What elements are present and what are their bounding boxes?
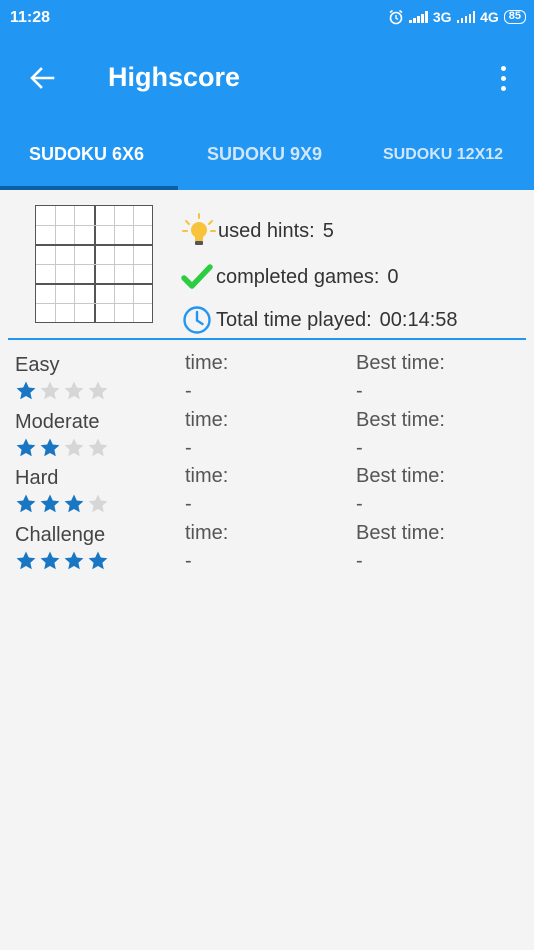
- toolbar: Highscore: [0, 36, 534, 120]
- back-button[interactable]: [22, 58, 62, 98]
- difficulty-name: Easy: [15, 354, 60, 376]
- hints-value: 5: [322, 219, 334, 242]
- completed-value: 0: [387, 265, 399, 288]
- status-bar: 11:28 3G 4G 85: [0, 0, 534, 36]
- star-filled-icon: [88, 551, 108, 569]
- star-empty-icon: [88, 494, 108, 513]
- time-value: -: [185, 436, 192, 459]
- tab-sudoku-6x6[interactable]: SUDOKU 6X6: [29, 144, 144, 165]
- tab-indicator: [0, 186, 178, 190]
- best-time-value: -: [356, 380, 363, 402]
- best-time-value: -: [356, 493, 363, 515]
- time-played-label: Total time played:: [216, 308, 372, 331]
- tab-sudoku-12x12[interactable]: SUDOKU 12X12: [383, 146, 503, 164]
- star-empty-icon: [64, 381, 84, 400]
- app-bar: 11:28 3G 4G 85 Highscore SUDOKU 6X6 SUDO…: [0, 0, 534, 190]
- star-filled-icon: [40, 494, 60, 513]
- time-value: -: [185, 493, 192, 515]
- time-played-value: 00:14:58: [379, 308, 458, 331]
- star-filled-icon: [16, 551, 36, 569]
- best-time-label: Best time:: [356, 465, 445, 487]
- battery-icon: 85: [503, 10, 526, 24]
- page-title: Highscore: [108, 62, 241, 92]
- time-label: time:: [185, 521, 229, 544]
- arrow-left-icon: [30, 67, 55, 89]
- star-filled-icon: [64, 551, 84, 569]
- star-empty-icon: [88, 438, 108, 456]
- difficulty-name: Challenge: [15, 523, 106, 546]
- tab-bar: SUDOKU 6X6 SUDOKU 9X9 SUDOKU 12X12: [0, 120, 534, 190]
- difficulty-row-hard: Hard time: - Best time: -: [0, 465, 534, 523]
- star-empty-icon: [64, 438, 84, 456]
- lightbulb-icon: [182, 213, 216, 248]
- time-value: -: [185, 549, 192, 572]
- hints-row: used hints: 5: [182, 213, 334, 248]
- best-time-value: -: [356, 436, 363, 459]
- best-time-value: -: [356, 549, 363, 572]
- difficulty-row-moderate: Moderate time: - Best time: -: [0, 408, 534, 467]
- time-label: time:: [185, 465, 229, 487]
- star-filled-icon: [16, 381, 36, 400]
- difficulty-name: Moderate: [15, 410, 100, 433]
- star-filled-icon: [40, 438, 60, 456]
- time-played-row: Total time played: 00:14:58: [180, 303, 458, 337]
- sudoku-grid-icon: [35, 205, 153, 323]
- difficulty-stars: [15, 550, 109, 572]
- difficulty-stars: [15, 493, 109, 515]
- difficulty-row-easy: Easy time: - Best time: -: [0, 352, 534, 410]
- time-label: time:: [185, 352, 229, 374]
- signal-icon: [456, 11, 476, 23]
- tab-sudoku-9x9[interactable]: SUDOKU 9X9: [207, 144, 322, 165]
- time-label: time:: [185, 408, 229, 431]
- difficulty-row-challenge: Challenge time: - Best time: -: [0, 521, 534, 580]
- network-4g: 4G: [480, 9, 499, 25]
- completed-label: completed games:: [216, 265, 380, 288]
- star-filled-icon: [16, 494, 36, 513]
- checkmark-icon: [180, 260, 214, 294]
- best-time-label: Best time:: [356, 408, 445, 431]
- completed-row: completed games: 0: [180, 260, 399, 294]
- network-3g: 3G: [432, 9, 452, 25]
- difficulty-stars: [15, 380, 109, 402]
- clock-icon: [180, 303, 214, 337]
- star-empty-icon: [40, 381, 60, 400]
- signal-icon: [409, 11, 428, 23]
- best-time-label: Best time:: [356, 352, 445, 374]
- status-time: 11:28: [10, 9, 51, 26]
- star-filled-icon: [64, 494, 84, 513]
- hints-label: used hints:: [218, 219, 315, 242]
- difficulty-name: Hard: [15, 467, 59, 489]
- star-filled-icon: [40, 551, 60, 569]
- time-value: -: [185, 380, 192, 402]
- best-time-label: Best time:: [356, 521, 445, 544]
- difficulty-stars: [15, 437, 109, 459]
- divider: [8, 338, 526, 340]
- status-icons: 3G 4G 85: [388, 9, 526, 25]
- more-vert-icon: [500, 65, 506, 71]
- star-filled-icon: [16, 438, 36, 456]
- overflow-menu-button[interactable]: [488, 58, 518, 98]
- alarm-icon: [389, 9, 403, 25]
- star-empty-icon: [88, 381, 108, 400]
